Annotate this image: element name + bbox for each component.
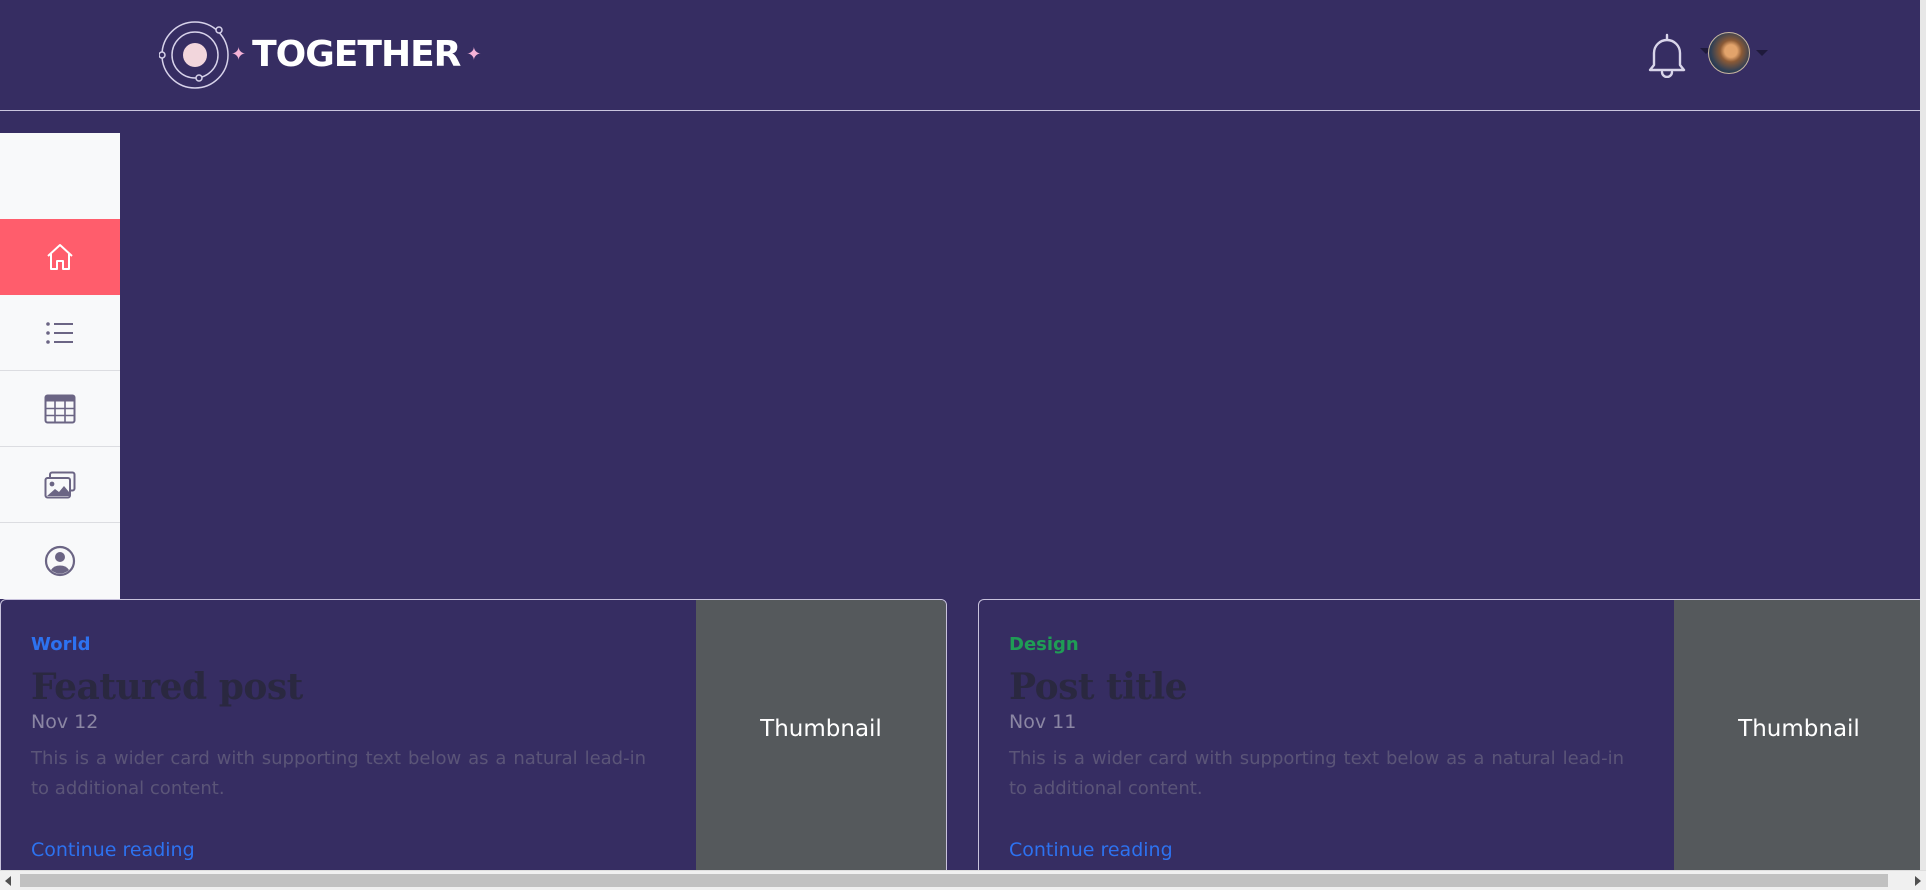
post-category: World <box>31 634 91 655</box>
horizontal-scrollbar[interactable] <box>0 870 1926 890</box>
bell-icon <box>1648 33 1686 79</box>
planet-logo-icon <box>159 21 229 89</box>
home-icon <box>47 244 73 270</box>
post-category: Design <box>1009 634 1079 655</box>
sidebar-item-list[interactable] <box>0 295 120 371</box>
chevron-down-icon <box>1756 50 1768 56</box>
sidebar-item-gallery[interactable] <box>0 447 120 523</box>
sparkle-icon: ✦ <box>231 44 247 65</box>
continue-reading-link[interactable]: Continue reading <box>1009 838 1629 862</box>
notifications-button[interactable] <box>1646 32 1688 82</box>
post-title: Post title <box>1009 666 1188 708</box>
sidebar-item-home[interactable] <box>0 219 120 295</box>
post-thumbnail: Thumbnail <box>1674 600 1924 889</box>
sidebar-item-profile[interactable] <box>0 523 120 599</box>
sparkle-icon: ✦ <box>466 44 482 65</box>
scroll-right-icon[interactable] <box>1915 876 1921 886</box>
user-menu[interactable] <box>1708 32 1768 74</box>
featured-post-card: World Featured post Nov 12 This is a wid… <box>0 599 947 890</box>
continue-reading-link[interactable]: Continue reading <box>31 838 651 862</box>
scrollbar-thumb[interactable] <box>20 874 1888 887</box>
thumbnail-label: Thumbnail <box>760 715 882 742</box>
post-title: Featured post <box>31 666 303 708</box>
vertical-scrollbar[interactable] <box>1920 0 1926 870</box>
post-date: Nov 11 <box>1009 711 1077 733</box>
thumbnail-label: Thumbnail <box>1738 715 1860 742</box>
brand-name: TOGETHER <box>252 34 461 75</box>
post-date: Nov 12 <box>31 711 99 733</box>
card-body: World Featured post Nov 12 This is a wid… <box>31 634 651 862</box>
post-card: Design Post title Nov 11 This is a wider… <box>978 599 1925 890</box>
card-body: Design Post title Nov 11 This is a wider… <box>1009 634 1629 862</box>
list-icon <box>46 321 73 344</box>
images-icon <box>44 471 76 498</box>
brand-logo[interactable]: ✦ TOGETHER ✦ <box>159 18 482 92</box>
sidebar <box>0 133 120 599</box>
table-icon <box>44 394 76 423</box>
user-avatar <box>1708 32 1750 74</box>
post-excerpt: This is a wider card with supporting tex… <box>31 748 646 799</box>
post-excerpt: This is a wider card with supporting tex… <box>1009 748 1624 799</box>
scroll-left-icon[interactable] <box>5 876 11 886</box>
person-circle-icon <box>44 545 76 577</box>
top-navbar: ✦ TOGETHER ✦ <box>0 0 1926 111</box>
post-thumbnail: Thumbnail <box>696 600 946 889</box>
sidebar-item-table[interactable] <box>0 371 120 447</box>
